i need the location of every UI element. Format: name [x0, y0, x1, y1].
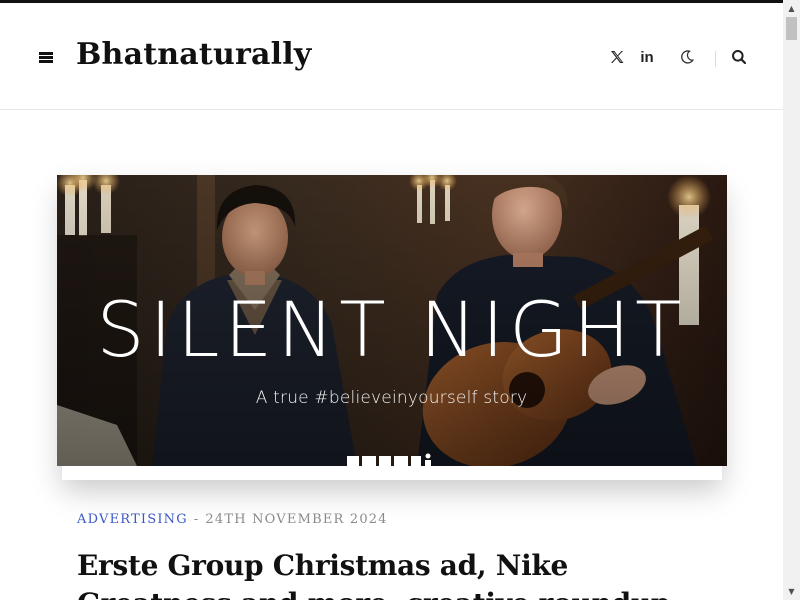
scrollbar[interactable]: ▲ ▼ [783, 0, 800, 600]
menu-icon[interactable] [37, 48, 55, 66]
scroll-down-icon[interactable]: ▼ [783, 583, 800, 600]
meta-separator: - [193, 512, 200, 527]
header-divider [715, 51, 716, 67]
featured-image[interactable] [57, 175, 727, 466]
category-link[interactable]: ADVERTISING [77, 512, 188, 527]
x-icon[interactable] [607, 47, 627, 67]
linkedin-icon[interactable]: in [635, 47, 659, 67]
scroll-thumb[interactable] [786, 17, 797, 40]
featured-photo [57, 175, 727, 466]
post-date: 24TH NOVEMBER 2024 [205, 512, 388, 527]
site-header: Bhatnaturally in [0, 3, 783, 110]
site-title[interactable]: Bhatnaturally [76, 33, 311, 77]
moon-icon[interactable] [677, 47, 697, 67]
post-meta: ADVERTISING -24TH NOVEMBER 2024 [77, 511, 388, 529]
scroll-up-icon[interactable]: ▲ [783, 0, 800, 17]
search-icon[interactable] [729, 47, 749, 67]
post-title[interactable]: Erste Group Christmas ad, Nike Greatness… [77, 547, 687, 600]
